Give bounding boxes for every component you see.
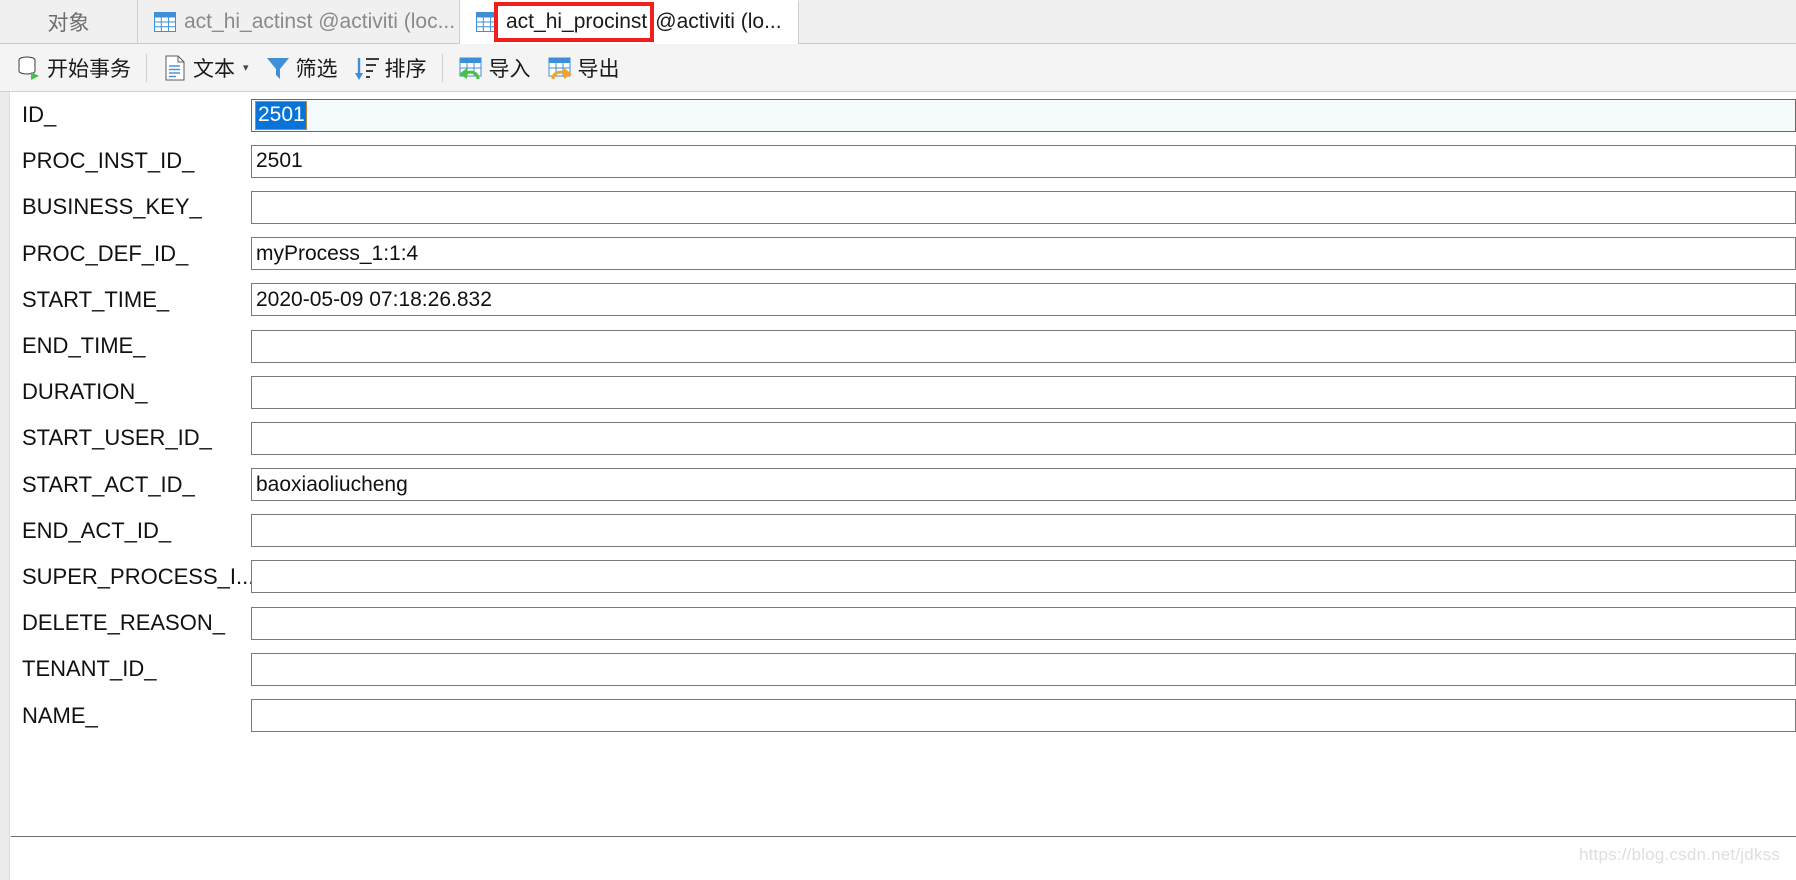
field-wrapper [251,699,1796,733]
form-row: PROC_DEF_ID_ myProcess_1:1:4 [11,231,1796,277]
text-icon [162,55,188,81]
begin-transaction-button[interactable]: 开始事务 [8,48,139,88]
field-input[interactable] [251,652,1796,686]
field-wrapper [251,329,1796,363]
field-input[interactable]: 2501 [251,144,1796,178]
field-value: baoxiaoliucheng [256,472,408,496]
tab-objects[interactable]: 对象 [0,0,138,43]
tab-objects-label: 对象 [47,11,90,35]
field-input[interactable] [251,375,1796,409]
export-label: 导出 [577,57,620,81]
field-label: END_ACT_ID_ [22,517,172,543]
tab-act-hi-procinst[interactable]: act_hi_procinst @activiti (lo... [460,0,799,44]
form-row: SUPER_PROCESS_I... [11,554,1796,600]
watermark: https://blog.csdn.net/jdkss [1578,845,1780,864]
grid-icon [476,12,498,32]
filter-icon [265,55,291,81]
field-wrapper [251,652,1796,686]
form-row: END_TIME_ [11,323,1796,369]
import-icon [458,55,484,81]
field-label: SUPER_PROCESS_I... [22,563,251,589]
field-label: PROC_DEF_ID_ [22,240,189,266]
sort-icon [354,55,380,81]
chevron-down-icon[interactable]: ▾ [243,61,249,74]
field-label: START_USER_ID_ [22,425,212,451]
field-input[interactable] [251,560,1796,594]
field-input[interactable] [251,329,1796,363]
field-input[interactable]: myProcess_1:1:4 [251,237,1796,271]
toolbar-separator [441,53,443,82]
form-row: ID_ 2501 [11,92,1796,138]
field-wrapper: baoxiaoliucheng [251,468,1796,502]
form-row: TENANT_ID_ [11,646,1796,692]
bottom-divider [11,836,1796,837]
tab-act-hi-actinst[interactable]: act_hi_actinst @activiti (loc... [138,0,460,43]
form-row: START_USER_ID_ [11,415,1796,461]
export-button[interactable]: 导出 [539,48,628,88]
export-icon [547,55,573,81]
field-label: BUSINESS_KEY_ [22,194,202,220]
form-row: DURATION_ [11,369,1796,415]
field-wrapper: 2020-05-09 07:18:26.832 [251,283,1796,317]
tab-act-hi-procinst-connection: @activiti (lo... [655,10,782,33]
field-wrapper [251,421,1796,455]
import-label: 导入 [488,57,531,81]
begin-transaction-icon [16,55,42,81]
field-wrapper [251,606,1796,640]
field-input[interactable] [251,514,1796,548]
field-input[interactable] [251,190,1796,224]
form-row: PROC_INST_ID_ 2501 [11,138,1796,184]
field-wrapper [251,190,1796,224]
text-button[interactable]: 文本 ▾ [154,48,257,88]
field-wrapper: 2501 [251,98,1796,132]
field-input[interactable]: 2020-05-09 07:18:26.832 [251,283,1796,317]
field-input[interactable]: 2501 [251,98,1796,132]
sort-label: 排序 [384,57,427,81]
field-label: START_ACT_ID_ [22,471,195,497]
field-label: START_TIME_ [22,286,170,312]
field-input[interactable] [251,699,1796,733]
field-wrapper: myProcess_1:1:4 [251,237,1796,271]
filter-button[interactable]: 筛选 [257,48,346,88]
form-row: END_ACT_ID_ [11,508,1796,554]
grid-icon [154,11,176,32]
field-label: DELETE_REASON_ [22,610,225,636]
field-wrapper [251,375,1796,409]
field-input[interactable] [251,421,1796,455]
field-label: ID_ [22,102,57,128]
field-label: DURATION_ [22,379,148,405]
tab-act-hi-procinst-table-name: act_hi_procinst [506,10,648,33]
field-value: 2501 [255,100,307,130]
form-row: START_ACT_ID_ baoxiaoliucheng [11,462,1796,508]
form-row: NAME_ [11,692,1796,738]
form-row: START_TIME_ 2020-05-09 07:18:26.832 [11,277,1796,323]
toolbar-separator [146,53,147,82]
toolbar: 开始事务 文本 ▾ 筛选 排序 导入 导出 [0,44,1796,92]
left-gutter[interactable] [0,92,10,880]
field-value: myProcess_1:1:4 [256,241,419,265]
begin-transaction-label: 开始事务 [47,57,131,81]
field-wrapper: 2501 [251,144,1796,178]
text-label: 文本 [193,57,235,81]
tab-bar: 对象 act_hi_actinst @activiti (loc... act_… [0,0,1796,44]
field-input[interactable]: baoxiaoliucheng [251,468,1796,502]
form-row: BUSINESS_KEY_ [11,184,1796,230]
filter-label: 筛选 [295,57,338,81]
field-label: NAME_ [22,702,98,728]
sort-button[interactable]: 排序 [346,48,435,88]
field-label: PROC_INST_ID_ [22,148,195,174]
tab-act-hi-actinst-label: act_hi_actinst @activiti (loc... [184,9,456,33]
field-label: TENANT_ID_ [22,656,157,682]
field-value: 2501 [256,149,303,173]
field-input[interactable] [251,606,1796,640]
import-button[interactable]: 导入 [450,48,539,88]
field-value: 2020-05-09 07:18:26.832 [256,287,492,311]
field-wrapper [251,560,1796,594]
record-form: ID_ 2501 PROC_INST_ID_ 2501 BUSINESS_KEY_ PRO… [11,92,1796,880]
field-wrapper [251,514,1796,548]
field-label: END_TIME_ [22,333,146,359]
form-row: DELETE_REASON_ [11,600,1796,646]
